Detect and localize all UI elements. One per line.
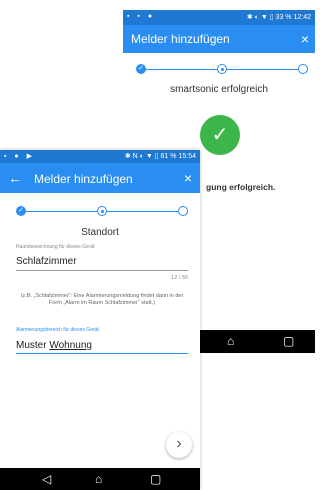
success-check-icon: ✓ <box>200 115 240 155</box>
page-title: Melder hinzufügen <box>34 172 133 186</box>
alarm-area-input[interactable]: Muster Wohnung <box>16 340 92 351</box>
room-name-underline <box>16 270 188 271</box>
battery-level: 61 % <box>160 153 177 160</box>
step-indicator: ✓ <box>136 63 308 77</box>
close-icon[interactable]: × <box>184 171 192 185</box>
recent-apps-icon[interactable]: ▢ <box>150 472 161 486</box>
app-bar: Melder hinzufügen × <box>123 25 315 53</box>
status-right: ✱ ◐ ▼ ▯ 33 % 12:42 <box>247 13 311 21</box>
app-bar: ← Melder hinzufügen × <box>0 163 200 193</box>
foreground-phone-screen: ▪ ● ▶ ✱ N ◐ ▼ ▯ 61 % 15:54 ← Melder hinz… <box>0 150 200 490</box>
step-1-done-icon: ✓ <box>136 64 146 74</box>
step-title: smartsonic erfolgreich <box>170 84 268 95</box>
room-field-label: Raumbezeichnung für dieses Gerät <box>16 244 95 250</box>
step-3-pending-icon <box>298 64 308 74</box>
status-bar: ▪ ▪ ● ✱ ◐ ▼ ▯ 33 % 12:42 <box>123 10 315 25</box>
room-name-input[interactable]: Schlafzimmer <box>16 256 77 267</box>
room-name-hint: (z.B. „Schlafzimmer“: Eine Alarmierungsm… <box>20 293 184 306</box>
room-char-counter: 12 / 50 <box>171 275 188 281</box>
alarm-area-underline <box>16 353 188 354</box>
navigation-bar: ◁ ⌂ ▢ <box>0 468 200 490</box>
notification-icons: ▪ ▪ ● <box>127 13 156 20</box>
status-icons: ✱ N ◐ ▼ ▯ <box>124 153 159 160</box>
page-title: Melder hinzufügen <box>131 32 230 46</box>
step-indicator: ✓ <box>16 205 188 219</box>
clock: 15:54 <box>178 153 196 160</box>
next-button[interactable]: › <box>166 432 192 458</box>
recent-apps-icon[interactable]: ▢ <box>283 334 294 348</box>
status-icons: ✱ ◐ ▼ ▯ <box>246 14 274 21</box>
clock: 12:42 <box>293 14 311 21</box>
step-1-done-icon: ✓ <box>16 206 26 216</box>
home-icon[interactable]: ⌂ <box>95 472 102 486</box>
step-2-current-icon <box>97 206 107 216</box>
step-title: Standort <box>81 227 119 238</box>
close-icon[interactable]: × <box>301 32 309 46</box>
chevron-right-icon: › <box>176 435 182 452</box>
status-bar: ▪ ● ▶ ✱ N ◐ ▼ ▯ 61 % 15:54 <box>0 150 200 163</box>
status-right: ✱ N ◐ ▼ ▯ 61 % 15:54 <box>125 152 196 160</box>
success-message: gung erfolgreich. <box>206 182 276 192</box>
battery-level: 33 % <box>275 14 292 21</box>
step-3-pending-icon <box>178 206 188 216</box>
home-icon[interactable]: ⌂ <box>227 334 234 348</box>
notification-icons: ▪ ● ▶ <box>4 153 35 160</box>
step-2-current-icon <box>217 64 227 74</box>
back-arrow-icon[interactable]: ← <box>8 171 22 185</box>
area-field-label: Alarmierungsbereich für dieses Gerät <box>16 327 99 333</box>
back-nav-icon[interactable]: ◁ <box>42 472 51 486</box>
